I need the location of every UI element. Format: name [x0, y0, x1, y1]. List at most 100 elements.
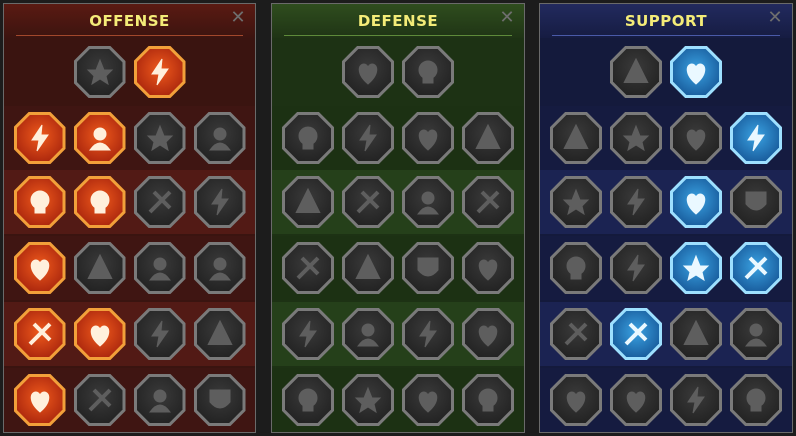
- close-icon[interactable]: ✕: [766, 7, 784, 29]
- offense-skill-button[interactable]: [73, 374, 126, 426]
- defense-skill-button[interactable]: [402, 46, 454, 98]
- grabbing-hand-icon: [673, 377, 719, 423]
- defense-skill-button[interactable]: [282, 242, 334, 294]
- support-skill-button[interactable]: [610, 308, 662, 360]
- support-skill-button[interactable]: [670, 176, 722, 228]
- defense-skill-button[interactable]: [342, 112, 394, 164]
- defense-skill-button[interactable]: [342, 308, 394, 360]
- defense-skill-button[interactable]: [282, 176, 334, 228]
- triple-drop-icon: [345, 311, 391, 357]
- eagle-head-icon: [733, 377, 779, 423]
- support-skill-button[interactable]: [670, 242, 722, 294]
- shoulder-plate-icon: [285, 115, 331, 161]
- offense-skill-button[interactable]: [13, 374, 66, 426]
- support-skill-button[interactable]: [730, 308, 782, 360]
- defense-skill-button[interactable]: [342, 242, 394, 294]
- praying-hands-icon: [553, 115, 599, 161]
- twin-figures-icon: [733, 179, 779, 225]
- offense-skill-button[interactable]: [133, 112, 186, 164]
- defense-skill-button[interactable]: [282, 112, 334, 164]
- fanged-maw-icon: [76, 179, 123, 225]
- defense-skill-button[interactable]: [402, 242, 454, 294]
- offense-skill-row: [4, 368, 255, 432]
- offense-skill-button[interactable]: [73, 46, 126, 98]
- support-skill-button[interactable]: [550, 308, 602, 360]
- defense-skill-button[interactable]: [342, 176, 394, 228]
- support-skill-button[interactable]: [730, 112, 782, 164]
- offense-skill-button[interactable]: [193, 374, 246, 426]
- defense-skill-button[interactable]: [402, 176, 454, 228]
- support-skill-button[interactable]: [670, 46, 722, 98]
- barrier-arc-icon: [613, 115, 659, 161]
- defense-skill-button[interactable]: [402, 308, 454, 360]
- offense-skill-button[interactable]: [13, 308, 66, 360]
- offense-skill-button[interactable]: [133, 176, 186, 228]
- offense-skill-button[interactable]: [73, 242, 126, 294]
- defense-skill-button[interactable]: [282, 308, 334, 360]
- support-skill-button[interactable]: [670, 112, 722, 164]
- horned-demon-icon: [16, 115, 63, 161]
- defense-skill-button[interactable]: [462, 242, 514, 294]
- defense-skill-button[interactable]: [342, 374, 394, 426]
- knight-helmet-icon: [76, 377, 123, 423]
- support-skill-button[interactable]: [730, 242, 782, 294]
- support-skill-button[interactable]: [550, 374, 602, 426]
- offense-skill-button[interactable]: [193, 308, 246, 360]
- defense-skill-button[interactable]: [402, 112, 454, 164]
- support-title: SUPPORT: [624, 12, 708, 30]
- support-skill-row: [540, 236, 792, 300]
- offense-skill-button[interactable]: [133, 242, 186, 294]
- offense-skill-button[interactable]: [73, 176, 126, 228]
- defense-skill-button[interactable]: [462, 112, 514, 164]
- open-book-icon: [673, 245, 719, 291]
- support-skill-button[interactable]: [610, 46, 662, 98]
- defense-skill-row: [272, 40, 524, 104]
- support-skill-button[interactable]: [610, 112, 662, 164]
- offense-skill-button[interactable]: [133, 46, 186, 98]
- support-skill-button[interactable]: [670, 308, 722, 360]
- deflect-icon: [465, 115, 511, 161]
- offense-skill-button[interactable]: [193, 112, 246, 164]
- defense-skill-button[interactable]: [462, 374, 514, 426]
- winged-boot-icon: [613, 311, 659, 357]
- offense-skill-button[interactable]: [73, 112, 126, 164]
- defense-skill-button[interactable]: [342, 46, 394, 98]
- close-icon[interactable]: ✕: [498, 7, 516, 29]
- skull-icon: [136, 179, 183, 225]
- offense-skill-button[interactable]: [133, 374, 186, 426]
- close-icon[interactable]: ✕: [229, 7, 247, 29]
- offense-skill-button[interactable]: [193, 176, 246, 228]
- offense-skill-row: [4, 302, 255, 366]
- support-skill-button[interactable]: [730, 374, 782, 426]
- support-skill-button[interactable]: [610, 242, 662, 294]
- support-skill-button[interactable]: [670, 374, 722, 426]
- offense-skill-button[interactable]: [133, 308, 186, 360]
- offense-skill-button[interactable]: [13, 112, 66, 164]
- support-skill-button[interactable]: [610, 176, 662, 228]
- halo-figure-icon: [465, 179, 511, 225]
- defense-skill-button[interactable]: [402, 374, 454, 426]
- support-skill-button[interactable]: [550, 242, 602, 294]
- offense-skill-button[interactable]: [13, 176, 66, 228]
- chained-heart-icon: [553, 245, 599, 291]
- support-skill-button[interactable]: [610, 374, 662, 426]
- support-skill-button[interactable]: [550, 176, 602, 228]
- comet-icon: [613, 245, 659, 291]
- offense-panel: OFFENSE ✕: [3, 3, 256, 433]
- title-divider: [16, 35, 243, 36]
- defense-skill-button[interactable]: [462, 308, 514, 360]
- fierce-eyes-icon: [733, 245, 779, 291]
- defense-skill-button[interactable]: [462, 176, 514, 228]
- defense-skill-button[interactable]: [282, 374, 334, 426]
- support-skill-row: [540, 368, 792, 432]
- flaming-sword-icon: [136, 49, 183, 95]
- offense-skill-button[interactable]: [73, 308, 126, 360]
- offense-skill-button[interactable]: [13, 242, 66, 294]
- support-skill-button[interactable]: [550, 112, 602, 164]
- armor-plates-icon: [345, 49, 391, 95]
- berserker-icon: [196, 311, 243, 357]
- support-skill-button[interactable]: [730, 176, 782, 228]
- flame-skull-icon: [673, 115, 719, 161]
- offense-skill-button[interactable]: [193, 242, 246, 294]
- defense-skill-row: [272, 106, 524, 170]
